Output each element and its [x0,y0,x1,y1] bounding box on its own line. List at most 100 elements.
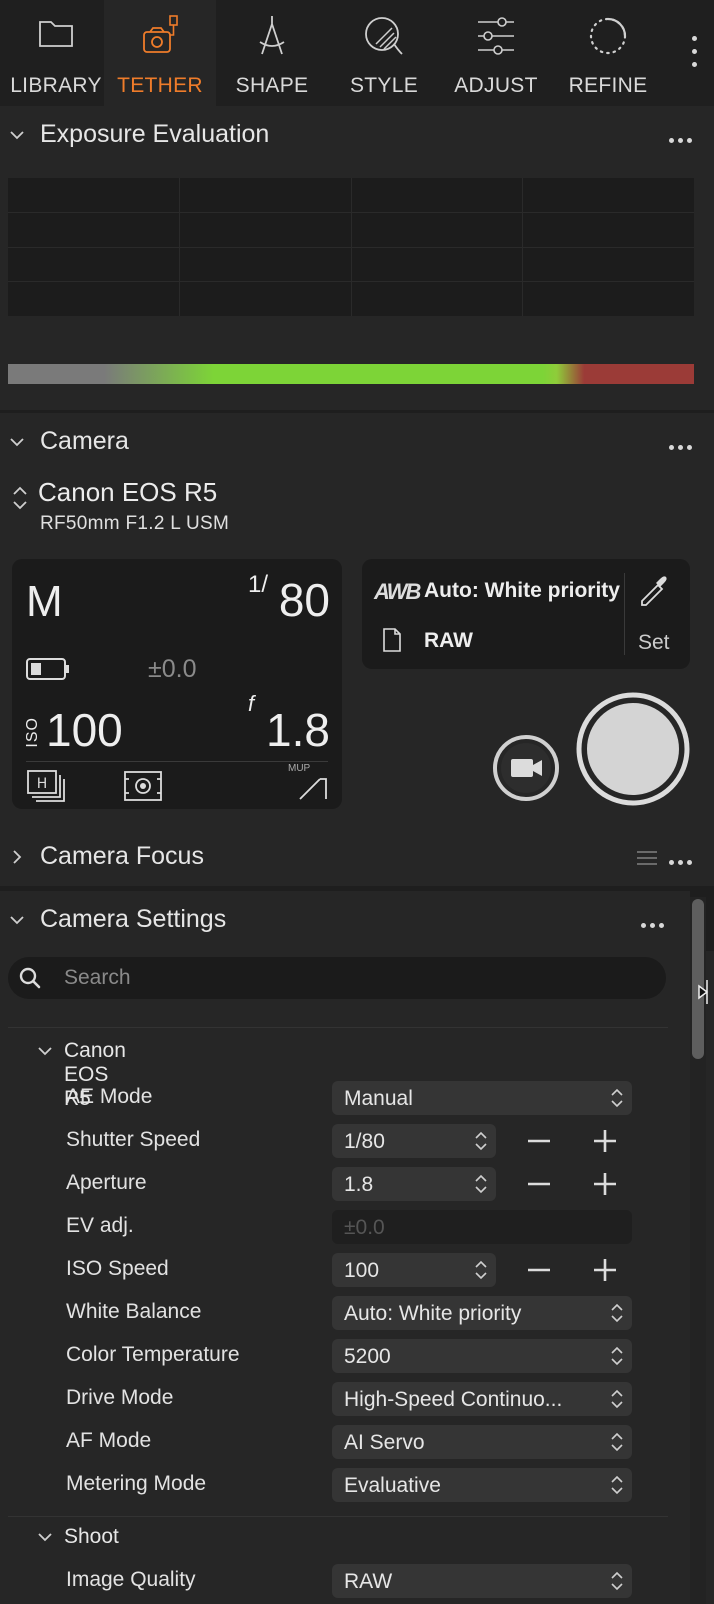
aperture-increase-button[interactable] [590,1169,620,1199]
setting-row-shutter-speed: Shutter Speed 1/80 [0,1120,668,1162]
camera-settings-section-header[interactable]: Camera Settings [0,891,690,951]
camera-focus-section-header[interactable]: Camera Focus [0,828,714,886]
toolbar-more-icon[interactable] [686,36,702,86]
mirror-up-icon [299,778,327,800]
chevron-right-icon[interactable] [6,846,28,868]
exposure-panel [0,166,714,410]
camera-more-icon[interactable] [665,437,692,450]
camera-select-updown-icon[interactable] [10,483,30,513]
iso-speed-select[interactable]: 100 [332,1253,496,1287]
updown-chevron-icon [611,1475,623,1495]
list-icon[interactable] [636,850,658,866]
select-value: AI Servo [344,1431,425,1454]
setting-label: Drive Mode [66,1386,174,1409]
shutter-speed-increase-button[interactable] [590,1126,620,1156]
metering-mode-icon [124,771,162,801]
camera-panel: Canon EOS R5 RF50mm F1.2 L USM M 1/ 80 ±… [0,473,714,828]
tab-style-label: STYLE [349,74,419,97]
record-video-button[interactable] [492,734,560,802]
chevron-down-icon[interactable] [6,124,28,146]
setting-row-aperture: Aperture 1.8 [0,1163,668,1205]
tab-adjust-label: ADJUST [454,74,538,97]
setting-label: White Balance [66,1300,202,1323]
setting-row-ae-mode: AE Mode Manual [0,1077,668,1119]
shutter-speed-decrease-button[interactable] [524,1126,554,1156]
camera-settings-more-icon[interactable] [637,915,664,928]
readout-aperture-label: f [248,691,255,716]
metering-mode-select[interactable]: Evaluative [332,1468,632,1502]
af-mode-select[interactable]: AI Servo [332,1425,632,1459]
refine-dotted-circle-icon [589,17,627,55]
setting-label: Shutter Speed [66,1128,201,1151]
setting-row-metering-mode: Metering Mode Evaluative [0,1464,668,1506]
updown-chevron-icon [611,1571,623,1591]
updown-chevron-icon [475,1174,487,1194]
select-value: Auto: White priority [344,1302,522,1325]
top-toolbar: LIBRARY TETHER SHAPE STYLE ADJUST REFINE [0,0,714,112]
readout-aperture: 1.8 [266,704,330,756]
color-temperature-select[interactable]: 5200 [332,1339,632,1373]
chevron-down-icon[interactable] [6,431,28,453]
aperture-select[interactable]: 1.8 [332,1167,496,1201]
drive-mode-select[interactable]: High-Speed Continuo... [332,1382,632,1416]
camera-readout: M 1/ 80 ±0.0 ISO 100 f 1.8 H MUP [12,559,342,809]
aperture-decrease-button[interactable] [524,1169,554,1199]
select-value: 100 [344,1259,380,1282]
setting-label: EV adj. [66,1214,134,1237]
tab-library[interactable]: LIBRARY [0,0,112,112]
readout-iso: 100 [46,704,123,756]
white-balance-select[interactable]: Auto: White priority [332,1296,632,1330]
setting-label: Aperture [66,1171,147,1194]
chevron-down-icon[interactable] [6,909,28,931]
drive-mode-icon: H [27,770,65,802]
shutter-speed-select[interactable]: 1/80 [332,1124,496,1158]
iso-decrease-button[interactable] [524,1255,554,1285]
capture-shutter-button[interactable] [575,691,691,807]
camera-focus-more-icon[interactable] [665,852,692,865]
tab-shape[interactable]: SHAPE [216,0,328,112]
white-balance-panel: AWB Auto: White priority RAW Set [362,559,690,669]
iso-increase-button[interactable] [590,1255,620,1285]
set-white-balance-button[interactable]: Set [638,631,670,655]
updown-chevron-icon [611,1088,623,1108]
setting-label: AE Mode [66,1085,153,1108]
tab-refine-label: REFINE [568,74,648,97]
search-separator [8,1027,668,1028]
setting-label: AF Mode [66,1429,152,1452]
camera-model[interactable]: Canon EOS R5 [38,477,217,508]
updown-chevron-icon [611,1346,623,1366]
ae-mode-select[interactable]: Manual [332,1081,632,1115]
readout-shutter-fraction: 1/ [248,571,269,598]
setting-row-image-quality: Image Quality RAW [0,1560,668,1602]
tab-refine[interactable]: REFINE [552,0,664,112]
image-quality-select[interactable]: RAW [332,1564,632,1598]
chevron-down-icon[interactable] [36,1531,54,1545]
settings-search[interactable] [8,957,666,999]
updown-chevron-icon [475,1131,487,1151]
setting-row-ev-adj: EV adj. ±0.0 [0,1206,668,1248]
white-balance-value: Auto: White priority [424,579,620,602]
chevron-down-icon[interactable] [36,1045,54,1059]
setting-row-iso-speed: ISO Speed 100 [0,1249,668,1291]
folder-icon [39,21,73,47]
select-value: ±0.0 [344,1216,385,1239]
tab-style[interactable]: STYLE [328,0,440,112]
setting-label: Metering Mode [66,1472,207,1495]
search-input[interactable] [64,963,644,993]
updown-chevron-icon [475,1260,487,1280]
exposure-section-header[interactable]: Exposure Evaluation [0,106,714,166]
style-palette-icon [365,17,403,55]
camera-section-header[interactable]: Camera [0,413,714,473]
group-title: Shoot [64,1525,119,1548]
readout-shutter: 80 [278,574,330,626]
search-icon [19,967,41,989]
eyedropper-icon[interactable] [636,573,670,607]
tab-tether-label: TETHER [117,74,203,97]
tab-tether[interactable]: TETHER [104,0,216,112]
resize-cursor-icon [698,980,709,1004]
readout-mode: M [26,577,63,626]
exposure-more-icon[interactable] [665,130,692,143]
tab-adjust[interactable]: ADJUST [440,0,552,112]
file-icon [383,628,401,652]
camera-focus-section-title: Camera Focus [40,842,204,870]
